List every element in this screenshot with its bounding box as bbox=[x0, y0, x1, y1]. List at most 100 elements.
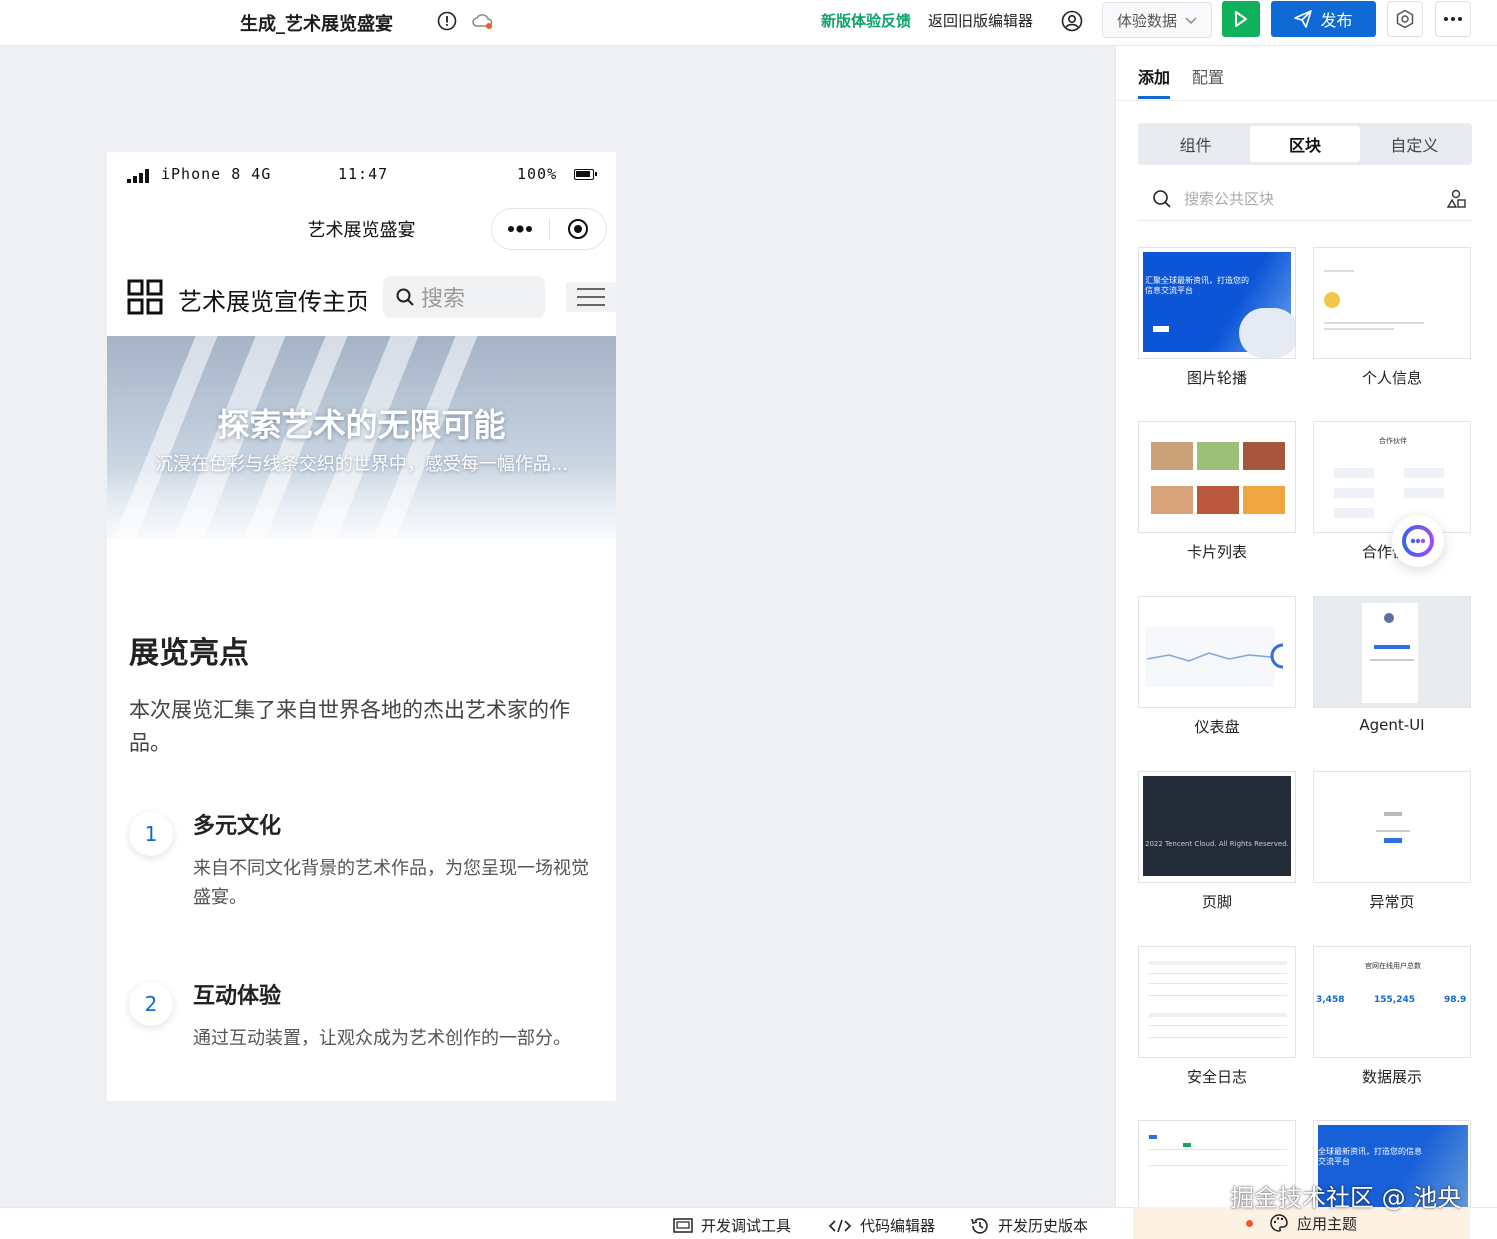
debug-tools-label: 开发调试工具 bbox=[701, 1217, 792, 1235]
capsule-menu[interactable] bbox=[491, 208, 607, 250]
thumb-text: 汇聚全球最新资讯，打造您的信息交流平台 bbox=[1145, 276, 1249, 295]
block-card-data-display[interactable]: 官网在线用户总数 3,458 155,245 98.9 数据展示 bbox=[1313, 946, 1471, 1087]
tab-config[interactable]: 配置 bbox=[1192, 64, 1224, 88]
more-dots-icon[interactable] bbox=[492, 208, 549, 250]
code-editor-button[interactable]: 代码编辑器 bbox=[828, 1215, 935, 1236]
monitor-icon bbox=[673, 1217, 693, 1233]
more-horizontal-icon bbox=[1444, 17, 1462, 21]
block-card-carousel[interactable]: 汇聚全球最新资讯，打造您的信息交流平台 图片轮播 bbox=[1138, 247, 1296, 388]
block-card-label: 图片轮播 bbox=[1186, 369, 1247, 387]
info-icon[interactable] bbox=[436, 10, 458, 32]
block-card-label: 个人信息 bbox=[1361, 369, 1422, 387]
feedback-link[interactable]: 新版体验反馈 bbox=[821, 10, 911, 31]
gear-icon bbox=[1396, 9, 1414, 29]
block-thumbnail bbox=[1313, 247, 1471, 359]
thumb-text: 官网在线用户总数 bbox=[1365, 962, 1421, 970]
apply-theme-label: 应用主题 bbox=[1296, 1214, 1357, 1233]
old-editor-link[interactable]: 返回旧版编辑器 bbox=[928, 10, 1033, 31]
block-thumbnail bbox=[1138, 421, 1296, 533]
cloud-sync-icon[interactable] bbox=[472, 10, 494, 32]
block-card-label: 数据展示 bbox=[1361, 1068, 1422, 1086]
user-circle-icon[interactable] bbox=[1061, 10, 1083, 32]
block-search-placeholder: 搜索公共区块 bbox=[1184, 190, 1275, 208]
segment-custom[interactable]: 自定义 bbox=[1360, 126, 1469, 162]
palette-icon bbox=[1270, 1214, 1288, 1232]
play-icon bbox=[1235, 11, 1247, 27]
settings-button[interactable] bbox=[1387, 1, 1423, 37]
feature-number: 1 bbox=[129, 812, 173, 856]
shapes-icon[interactable] bbox=[1446, 189, 1466, 209]
block-thumbnail bbox=[1313, 771, 1471, 883]
site-header: 艺术展览宣传主页 搜索 bbox=[107, 262, 616, 338]
search-icon bbox=[1153, 189, 1171, 208]
more-button[interactable] bbox=[1435, 1, 1471, 37]
signal-icon bbox=[127, 169, 149, 183]
block-card-security-log[interactable]: 安全日志 bbox=[1138, 946, 1296, 1087]
feature-title: 多元文化 bbox=[193, 814, 282, 839]
send-icon bbox=[1294, 10, 1313, 28]
ai-assistant-button[interactable] bbox=[1392, 515, 1444, 567]
hero-banner: 探索艺术的无限可能 沉浸在色彩与线条交织的世界中，感受每一幅作品... bbox=[107, 336, 616, 538]
block-card-label: 异常页 bbox=[1369, 893, 1415, 911]
notification-dot bbox=[1245, 1219, 1253, 1227]
block-thumbnail bbox=[1138, 596, 1296, 708]
hero-subtitle: 沉浸在色彩与线条交织的世界中，感受每一幅作品... bbox=[154, 454, 569, 475]
thumb-text: 2022 Tencent Cloud. All Rights Reserved. bbox=[1145, 840, 1289, 848]
chevron-down-icon bbox=[1185, 11, 1197, 29]
feature-description: 来自不同文化背景的艺术作品，为您呈现一场视觉盛宴。 bbox=[193, 858, 589, 908]
block-card-label: 仪表盘 bbox=[1194, 718, 1240, 736]
thumb-stat: 155,245 bbox=[1374, 995, 1415, 1005]
category-segmented-control: 组件 区块 自定义 bbox=[1138, 123, 1472, 165]
block-thumbnail: 官网在线用户总数 3,458 155,245 98.9 bbox=[1313, 946, 1471, 1058]
robot-icon bbox=[1402, 525, 1434, 557]
publish-label: 发布 bbox=[1320, 11, 1353, 30]
thumb-text: 合作伙伴 bbox=[1379, 437, 1407, 445]
status-bar: iPhone 8 4G 11:47 100% bbox=[107, 152, 616, 196]
block-thumbnail bbox=[1313, 596, 1471, 708]
history-button[interactable]: 开发历史版本 bbox=[970, 1215, 1088, 1236]
block-card-agent-ui[interactable]: Agent-UI bbox=[1313, 596, 1471, 734]
feature-number: 2 bbox=[129, 982, 173, 1026]
hamburger-menu-icon[interactable] bbox=[566, 282, 616, 312]
grid-logo-icon bbox=[127, 279, 163, 315]
code-icon bbox=[828, 1219, 852, 1232]
block-thumbnail: 汇聚全球最新资讯，打造您的信息交流平台 bbox=[1138, 247, 1296, 359]
publish-button[interactable]: 发布 bbox=[1271, 1, 1376, 37]
segment-blocks[interactable]: 区块 bbox=[1250, 126, 1360, 162]
app-title: 生成_艺术展览盛宴 bbox=[240, 14, 393, 35]
history-label: 开发历史版本 bbox=[998, 1217, 1089, 1235]
segment-components[interactable]: 组件 bbox=[1141, 126, 1250, 162]
block-panel: 添加 配置 组件 区块 自定义 搜索公共区块 汇聚全球最新资讯，打造您的信息交流… bbox=[1115, 46, 1497, 1207]
block-card-label: 页脚 bbox=[1201, 893, 1232, 911]
block-thumbnail: 合作伙伴 bbox=[1313, 421, 1471, 533]
block-card-label: 卡片列表 bbox=[1186, 543, 1247, 561]
section-title: 展览亮点 bbox=[129, 636, 249, 671]
run-button[interactable] bbox=[1222, 1, 1260, 37]
history-icon bbox=[971, 1217, 988, 1234]
close-target-icon[interactable] bbox=[549, 208, 606, 250]
block-card-footer[interactable]: 2022 Tencent Cloud. All Rights Reserved.… bbox=[1138, 771, 1296, 912]
block-card-label: 安全日志 bbox=[1186, 1068, 1247, 1086]
block-card-profile[interactable]: 个人信息 bbox=[1313, 247, 1471, 388]
feature-description: 通过互动装置，让观众成为艺术创作的一部分。 bbox=[193, 1028, 571, 1049]
data-source-select[interactable]: 体验数据 bbox=[1102, 2, 1212, 38]
battery-icon bbox=[574, 169, 597, 180]
site-search-placeholder: 搜索 bbox=[421, 287, 466, 312]
tab-add[interactable]: 添加 bbox=[1138, 64, 1170, 88]
site-name: 艺术展览宣传主页 bbox=[178, 288, 366, 316]
block-card-card-list[interactable]: 卡片列表 bbox=[1138, 421, 1296, 562]
block-card-error-page[interactable]: 异常页 bbox=[1313, 771, 1471, 912]
thumb-stat: 98.9 bbox=[1444, 995, 1467, 1005]
hero-title: 探索艺术的无限可能 bbox=[217, 406, 506, 444]
feature-title: 互动体验 bbox=[193, 984, 282, 1009]
block-card-dashboard[interactable]: 仪表盘 bbox=[1138, 596, 1296, 737]
section-description: 本次展览汇集了来自世界各地的杰出艺术家的作品。 bbox=[129, 698, 570, 755]
debug-tools-button[interactable]: 开发调试工具 bbox=[673, 1215, 791, 1236]
site-search-input[interactable]: 搜索 bbox=[383, 276, 545, 318]
battery-text: 100% bbox=[517, 165, 558, 183]
block-search-input[interactable]: 搜索公共区块 bbox=[1138, 177, 1472, 221]
search-icon bbox=[396, 288, 414, 306]
block-thumbnail bbox=[1138, 946, 1296, 1058]
block-card-label: Agent-UI bbox=[1359, 716, 1425, 734]
watermark: 掘金技术社区 @ 池央 bbox=[1230, 1184, 1462, 1212]
